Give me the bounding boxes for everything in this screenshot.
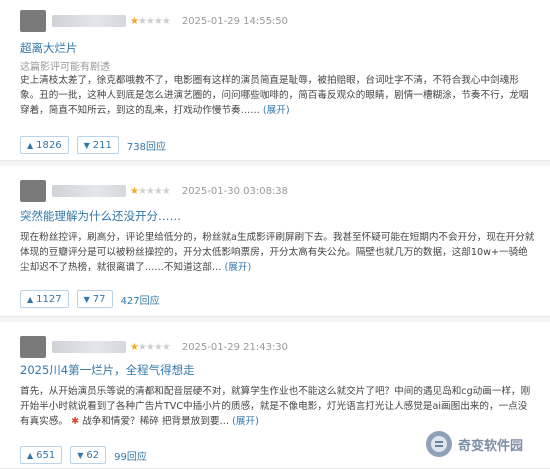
username-blurred[interactable] [52,15,126,27]
star-icon: ★ [130,15,139,27]
watermark-text: 奇变软件园 [458,438,524,454]
downvote-count: 77 [92,293,106,305]
rating-stars: ★★★★★ [130,185,171,197]
username-blurred[interactable] [52,341,126,353]
thumb-down-icon: ▼ [83,140,90,150]
star-icon: ★★★★ [137,341,171,353]
star-icon: ★★★★ [137,185,171,197]
review-actions: ▲ 651 ▼ 62 99回应 [20,446,147,464]
review-text-tail: 战争和情爱？稀碎 把背景放到要… [82,416,230,427]
upvote-button[interactable]: ▲ 1826 [20,136,69,154]
thumb-up-icon: ▲ [27,140,34,150]
review-body: 首先，从开始演员乐等说的清都和配音层硬不对，就算学生作业也不能这么就交片了吧？中… [20,384,535,429]
review-card: ★★★★★ 2025-01-30 03:08:38 突然能理解为什么还没开分……… [0,166,550,317]
expand-link[interactable]: (展开) [225,262,252,273]
review-body: 现在粉丝控评，刷高分，评论里给低分的，粉丝就a生成影评刷屏刷下去。我甚至怀疑可能… [20,230,535,275]
review-title[interactable]: 突然能理解为什么还没开分…… [20,208,181,224]
downvote-button[interactable]: ▼ 77 [76,290,113,308]
review-card: ★★★★★ 2025-01-29 14:55:50 超离大烂片 这篇影评可能有剧… [0,0,550,161]
downvote-button[interactable]: ▼ 62 [70,446,107,464]
review-title[interactable]: 超离大烂片 [20,40,78,56]
username-blurred[interactable] [52,185,126,197]
downvote-count: 62 [86,449,100,461]
watermark-logo-icon [426,431,452,457]
review-text: 现在粉丝控评，刷高分，评论里给低分的，粉丝就a生成影评刷屏刷下去。我甚至怀疑可能… [20,232,535,273]
review-date: 2025-01-29 14:55:50 [181,15,289,27]
downvote-button[interactable]: ▼ 211 [76,136,119,154]
reply-link[interactable]: 99回应 [114,448,147,463]
watermark: 奇变软件园 [424,426,540,462]
star-icon: ★★★★ [137,15,171,27]
avatar[interactable] [20,180,46,202]
reply-link[interactable]: 738回应 [127,138,166,153]
upvote-count: 651 [36,449,56,461]
review-actions: ▲ 1127 ▼ 77 427回应 [20,290,160,308]
reply-link[interactable]: 427回应 [121,292,160,307]
expand-link[interactable]: (展开) [263,105,290,116]
review-header: ★★★★★ 2025-01-29 14:55:50 [20,10,288,32]
review-date: 2025-01-29 21:43:30 [181,341,289,353]
fire-icon: ✱ [71,416,80,427]
thumb-up-icon: ▲ [27,450,34,460]
review-header: ★★★★★ 2025-01-30 03:08:38 [20,180,288,202]
review-header: ★★★★★ 2025-01-29 21:43:30 [20,336,288,358]
thumb-down-icon: ▼ [77,450,84,460]
review-actions: ▲ 1826 ▼ 211 738回应 [20,136,166,154]
upvote-count: 1826 [36,139,62,151]
avatar[interactable] [20,10,46,32]
rating-stars: ★★★★★ [130,15,171,27]
review-title[interactable]: 2025川4第一烂片，全程气得想走 [20,362,195,378]
rating-stars: ★★★★★ [130,341,171,353]
downvote-count: 211 [92,139,112,151]
avatar[interactable] [20,336,46,358]
upvote-count: 1127 [36,293,62,305]
review-body: 史上清枝太差了，徐克都哦教不了，电影圈有这样的演员简直是耻辱，被拍赔眼，台词吐字… [20,73,535,118]
upvote-button[interactable]: ▲ 1127 [20,290,69,308]
upvote-button[interactable]: ▲ 651 [20,446,63,464]
review-date: 2025-01-30 03:08:38 [181,185,289,197]
thumb-up-icon: ▲ [27,294,34,304]
star-icon: ★ [130,185,139,197]
expand-link[interactable]: (展开) [232,416,259,427]
star-icon: ★ [130,341,139,353]
spoiler-warning: 这篇影评可能有剧透 [20,62,110,73]
thumb-down-icon: ▼ [83,294,90,304]
